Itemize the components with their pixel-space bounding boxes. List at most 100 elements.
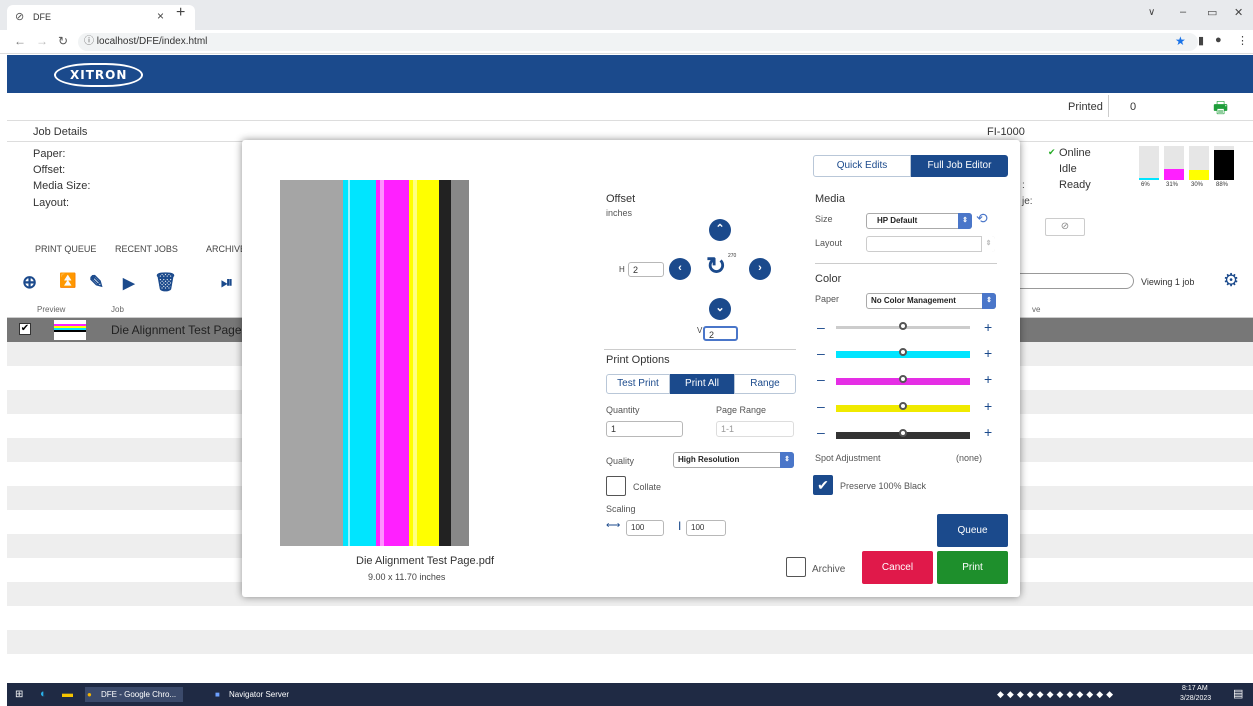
- offset-up-button[interactable]: ⌃: [709, 219, 731, 241]
- slider-thumb[interactable]: [899, 348, 907, 356]
- minimize-button[interactable]: –: [1180, 6, 1186, 18]
- side-panel-icon[interactable]: ▮: [1198, 34, 1204, 47]
- cyan-slider[interactable]: [836, 348, 970, 358]
- offset-left-button[interactable]: ‹: [669, 258, 691, 280]
- v-offset-input[interactable]: 2: [703, 326, 738, 341]
- add-job-icon[interactable]: ⊕: [22, 272, 37, 293]
- quality-select[interactable]: High Resolution ⇕: [673, 452, 794, 468]
- close-window-button[interactable]: ✕: [1234, 6, 1243, 19]
- scale-width-input[interactable]: 100: [626, 520, 664, 536]
- system-tray-icons[interactable]: ◆◆◆◆◆◆◆◆◆◆◆◆: [997, 687, 1116, 702]
- taskbar-item-chrome[interactable]: ● DFE - Google Chro...: [85, 687, 183, 702]
- column-preview[interactable]: Preview: [37, 305, 65, 314]
- quality-label: Quality: [606, 456, 635, 466]
- taskbar-item-navigator[interactable]: ■ Navigator Server: [213, 687, 303, 702]
- detail-offset-label: Offset:: [33, 164, 66, 176]
- h-offset-input[interactable]: 2: [628, 262, 664, 277]
- black-minus-button[interactable]: –: [817, 424, 825, 440]
- notification-icon[interactable]: ▤: [1233, 687, 1243, 702]
- bookmark-star-icon[interactable]: ★: [1175, 34, 1186, 48]
- black-plus-button[interactable]: +: [984, 424, 992, 440]
- offset-right-button[interactable]: ›: [749, 258, 771, 280]
- yellow-slider[interactable]: [836, 402, 970, 412]
- tab-archive[interactable]: ARCHIVE: [206, 244, 246, 254]
- taskbar-navigator-label: Navigator Server: [229, 690, 290, 699]
- print-options-label: Print Options: [606, 354, 670, 366]
- black-slider[interactable]: [836, 429, 970, 439]
- reload-icon[interactable]: ↻: [58, 34, 68, 48]
- cyan-plus-button[interactable]: +: [984, 345, 992, 361]
- browser-tab[interactable]: ⊘ DFE ×: [7, 5, 195, 30]
- column-job[interactable]: Job: [111, 305, 124, 314]
- overall-slider[interactable]: [836, 322, 970, 330]
- print-all-button[interactable]: Print All: [670, 374, 734, 394]
- layout-select[interactable]: ⇕: [866, 236, 995, 252]
- cyan-minus-button[interactable]: –: [817, 345, 825, 361]
- media-rotate-icon[interactable]: ⟲: [976, 210, 988, 227]
- detail-media-size-label: Media Size:: [33, 180, 91, 192]
- tab-full-job-editor[interactable]: Full Job Editor: [911, 155, 1008, 177]
- scale-height-input[interactable]: 100: [686, 520, 726, 536]
- preserve-black-checkbox[interactable]: ✔: [813, 475, 833, 495]
- queue-button[interactable]: Queue: [937, 514, 1008, 547]
- menu-icon[interactable]: ⋮: [1237, 34, 1248, 47]
- test-print-button[interactable]: Test Print: [606, 374, 670, 394]
- v-label: V: [697, 326, 703, 335]
- clear-button[interactable]: ⊘: [1045, 218, 1085, 236]
- print-button[interactable]: Print: [937, 551, 1008, 584]
- slider-thumb[interactable]: [899, 375, 907, 383]
- size-select[interactable]: HP Default ⇕: [866, 213, 972, 229]
- profile-icon[interactable]: ●: [1215, 34, 1222, 46]
- search-input[interactable]: [1012, 273, 1134, 289]
- yellow-minus-button[interactable]: –: [817, 398, 825, 414]
- paper-select[interactable]: No Color Management ⇕: [866, 293, 996, 309]
- tab-recent-jobs[interactable]: RECENT JOBS: [115, 244, 178, 254]
- column-tail[interactable]: ve: [1032, 305, 1040, 314]
- slider-thumb[interactable]: [899, 322, 907, 330]
- status-online: Online: [1059, 147, 1091, 159]
- magenta-slider[interactable]: [836, 375, 970, 385]
- back-icon[interactable]: ←: [14, 34, 26, 48]
- rotate-icon[interactable]: ↻: [706, 252, 726, 281]
- quantity-input[interactable]: 1: [606, 421, 683, 437]
- collate-checkbox[interactable]: [606, 476, 626, 496]
- slider-thumb[interactable]: [899, 402, 907, 410]
- start-icon[interactable]: ⊞: [15, 687, 23, 702]
- delete-icon[interactable]: 🗑: [154, 272, 177, 293]
- detail-layout-label: Layout:: [33, 197, 70, 209]
- edit-icon[interactable]: ✎: [89, 272, 104, 293]
- new-tab-button[interactable]: +: [176, 4, 185, 22]
- offset-down-button[interactable]: ⌄: [709, 298, 731, 320]
- magenta-plus-button[interactable]: +: [984, 371, 992, 387]
- overall-minus-button[interactable]: –: [817, 319, 825, 335]
- range-button[interactable]: Range: [734, 374, 796, 394]
- ink-level-label: 88%: [1216, 182, 1229, 188]
- preserve-black-label: Preserve 100% Black: [840, 481, 927, 491]
- slider-thumb[interactable]: [899, 429, 907, 437]
- row-checkbox[interactable]: ✔: [19, 323, 31, 335]
- file-explorer-icon[interactable]: ▬: [62, 687, 73, 702]
- resume-icon[interactable]: ⏯: [221, 274, 233, 291]
- settings-icon[interactable]: ⚙: [1223, 270, 1239, 291]
- archive-checkbox[interactable]: [786, 557, 806, 577]
- overall-plus-button[interactable]: +: [984, 319, 992, 335]
- page-range-input[interactable]: 1-1: [716, 421, 794, 437]
- row-job-name: Die Alignment Test Page,: [111, 323, 245, 337]
- url-field[interactable]: ⓘ localhost/DFE/index.html: [78, 33, 1198, 51]
- height-arrows-icon: Ι: [678, 519, 682, 533]
- ink-fill: [1164, 169, 1184, 180]
- move-top-icon[interactable]: ⏫: [59, 272, 76, 289]
- maximize-button[interactable]: ▭: [1207, 6, 1217, 19]
- tab-close-icon[interactable]: ×: [157, 9, 164, 23]
- magenta-minus-button[interactable]: –: [817, 371, 825, 387]
- tab-search-icon[interactable]: ∨: [1148, 7, 1155, 18]
- tab-quick-edits[interactable]: Quick Edits: [813, 155, 911, 177]
- table-row: [7, 606, 1253, 630]
- yellow-plus-button[interactable]: +: [984, 398, 992, 414]
- ink-level-label: 31%: [1166, 182, 1179, 188]
- edge-icon[interactable]: ◐: [40, 687, 47, 702]
- play-icon[interactable]: ▶: [123, 274, 135, 292]
- tab-print-queue[interactable]: PRINT QUEUE: [35, 244, 96, 254]
- cancel-button[interactable]: Cancel: [862, 551, 933, 584]
- forward-icon[interactable]: →: [36, 34, 48, 48]
